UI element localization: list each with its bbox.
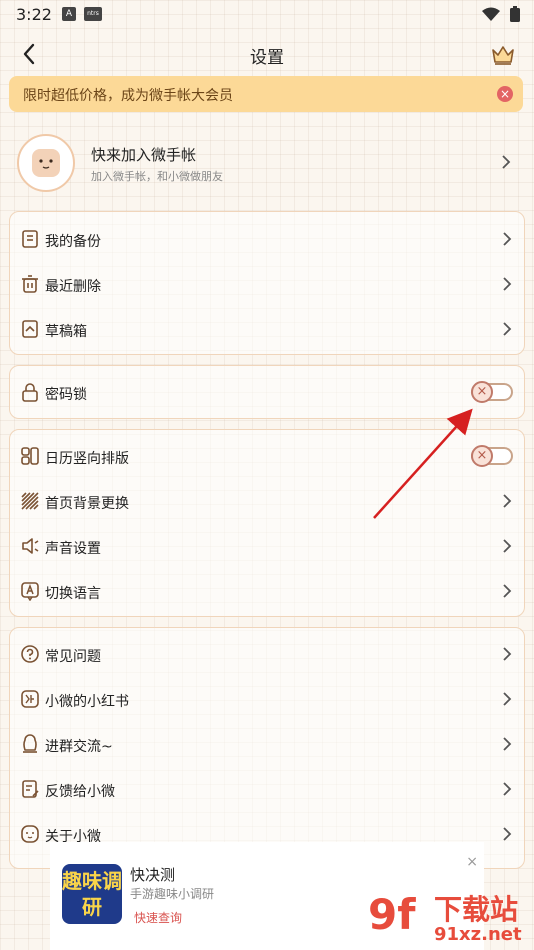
- chevron-right-icon: [503, 782, 512, 796]
- chevron-right-icon: [503, 692, 512, 706]
- about-icon: [21, 825, 39, 843]
- settings-row-label: 进群交流~: [45, 739, 113, 755]
- battery-icon: [510, 6, 520, 22]
- settings-row-label: 日历竖向排版: [45, 451, 129, 467]
- ad-title: 快决测: [130, 866, 176, 884]
- settings-row-label: 密码锁: [45, 387, 87, 403]
- chevron-right-icon: [503, 494, 512, 508]
- page-title: 设置: [250, 48, 284, 68]
- trash-icon: [22, 275, 38, 293]
- notification-icon: A: [62, 7, 76, 21]
- profile-subtitle: 加入微手帐，和小微做朋友: [91, 170, 223, 183]
- profile-name: 快来加入微手帐: [91, 146, 197, 164]
- settings-row-label: 声音设置: [45, 541, 101, 557]
- settings-row-label: 最近删除: [45, 279, 101, 295]
- chevron-right-icon: [503, 584, 512, 598]
- settings-row-backup[interactable]: 我的备份: [10, 217, 524, 261]
- background-icon: [21, 492, 39, 510]
- settings-row-faq[interactable]: 常见问题: [10, 632, 524, 676]
- settings-row-label: 常见问题: [45, 649, 101, 665]
- ad-subtitle: 手游趣味小调研: [130, 887, 215, 901]
- notification-icon-2: ntrs: [84, 7, 102, 21]
- display-settings-card: 日历竖向排版 × 首页背景更换 声音设置 切换语言: [9, 429, 525, 617]
- chevron-right-icon: [503, 827, 512, 841]
- feedback-icon: [22, 780, 39, 798]
- crown-icon[interactable]: [490, 42, 516, 66]
- password-lock-toggle[interactable]: ×: [471, 381, 513, 403]
- question-icon: [21, 645, 39, 663]
- chevron-right-icon: [503, 737, 512, 751]
- settings-row-group-chat[interactable]: 进群交流~: [10, 722, 524, 766]
- banner-text: 限时超低价格，成为微手帐大会员: [23, 88, 233, 104]
- ad-logo: 趣味调研: [62, 864, 122, 924]
- settings-row-background[interactable]: 首页背景更换: [10, 479, 524, 523]
- settings-row-label: 切换语言: [45, 586, 101, 602]
- settings-row-recently-deleted[interactable]: 最近删除: [10, 262, 524, 306]
- banner-close-icon[interactable]: ×: [497, 86, 513, 102]
- settings-row-label: 我的备份: [45, 234, 101, 250]
- backup-icon: [22, 230, 38, 248]
- settings-row-label: 草稿箱: [45, 324, 87, 340]
- settings-row-calendar-layout: 日历竖向排版 ×: [10, 434, 524, 478]
- watermark-url: 91xz.net: [434, 924, 522, 945]
- group-chat-icon: [23, 734, 37, 753]
- ad-link[interactable]: 快速查询: [134, 909, 182, 926]
- settings-row-feedback[interactable]: 反馈给小微: [10, 767, 524, 811]
- ad-close-icon[interactable]: ×: [466, 854, 478, 870]
- watermark-logo: 9f: [368, 890, 416, 939]
- status-icons: [482, 6, 520, 22]
- calendar-layout-toggle[interactable]: ×: [471, 445, 513, 467]
- chevron-right-icon: [503, 322, 512, 336]
- chevron-right-icon: [502, 155, 511, 169]
- mascot-face-icon: [32, 149, 60, 177]
- lock-settings-card: 密码锁 ×: [9, 365, 525, 419]
- xiaohongshu-icon: [21, 690, 39, 708]
- profile-row[interactable]: 快来加入微手帐 加入微手帐，和小微做朋友: [9, 128, 523, 196]
- calendar-layout-icon: [21, 447, 39, 465]
- vip-promo-banner[interactable]: 限时超低价格，成为微手帐大会员 ×: [9, 76, 523, 112]
- settings-row-password-lock: 密码锁 ×: [10, 370, 524, 414]
- chevron-right-icon: [503, 277, 512, 291]
- data-settings-card: 我的备份 最近删除 草稿箱: [9, 211, 525, 355]
- drafts-icon: [22, 320, 38, 338]
- settings-row-label: 首页背景更换: [45, 496, 129, 512]
- watermark: 9f 下载站 91xz.net: [368, 886, 534, 950]
- app-header: 设置: [0, 30, 534, 78]
- avatar: [17, 134, 75, 192]
- chevron-right-icon: [503, 539, 512, 553]
- toggle-off-icon: ×: [471, 445, 493, 467]
- lock-icon: [22, 383, 38, 402]
- settings-row-label: 小微的小红书: [45, 694, 129, 710]
- wifi-icon: [482, 7, 500, 21]
- chevron-right-icon: [503, 647, 512, 661]
- settings-row-label: 反馈给小微: [45, 784, 115, 800]
- settings-row-sound[interactable]: 声音设置: [10, 524, 524, 568]
- sound-icon: [22, 538, 39, 554]
- settings-row-drafts[interactable]: 草稿箱: [10, 307, 524, 351]
- settings-row-xiaohongshu[interactable]: 小微的小红书: [10, 677, 524, 721]
- settings-row-language[interactable]: 切换语言: [10, 569, 524, 613]
- status-bar: 3:22 A ntrs: [0, 0, 534, 30]
- toggle-off-icon: ×: [471, 381, 493, 403]
- status-time: 3:22: [16, 5, 52, 24]
- help-settings-card: 常见问题 小微的小红书 进群交流~ 反馈给小微 关于小微: [9, 627, 525, 869]
- chevron-right-icon: [503, 232, 512, 246]
- language-icon: [21, 582, 39, 601]
- watermark-text: 下载站: [434, 893, 519, 926]
